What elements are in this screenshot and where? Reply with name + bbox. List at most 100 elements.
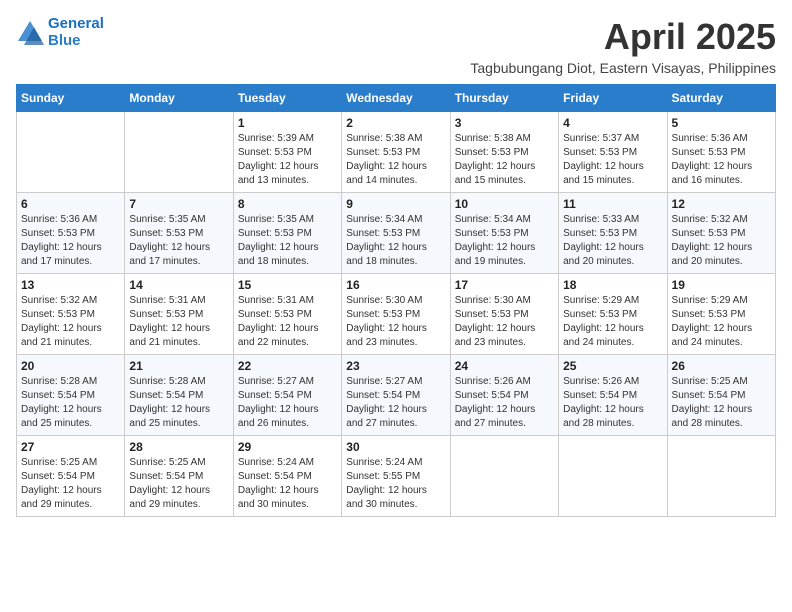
day-number: 7 (129, 197, 228, 211)
day-number: 30 (346, 440, 445, 454)
calendar-cell (450, 436, 558, 517)
logo-general: General (48, 15, 104, 32)
day-number: 5 (672, 116, 771, 130)
calendar-header-row: SundayMondayTuesdayWednesdayThursdayFrid… (17, 85, 776, 112)
day-info: Sunrise: 5:38 AM Sunset: 5:53 PM Dayligh… (455, 132, 554, 188)
day-info: Sunrise: 5:35 AM Sunset: 5:53 PM Dayligh… (129, 213, 228, 269)
title-block: April 2025 Tagbubungang Diot, Eastern Vi… (470, 16, 776, 76)
day-info: Sunrise: 5:28 AM Sunset: 5:54 PM Dayligh… (21, 375, 120, 431)
calendar-cell: 17 Sunrise: 5:30 AM Sunset: 5:53 PM Dayli… (450, 274, 558, 355)
calendar-cell: 8 Sunrise: 5:35 AM Sunset: 5:53 PM Daylig… (233, 193, 341, 274)
weekday-header-wednesday: Wednesday (342, 85, 450, 112)
day-number: 29 (238, 440, 337, 454)
day-info: Sunrise: 5:35 AM Sunset: 5:53 PM Dayligh… (238, 213, 337, 269)
calendar-table: SundayMondayTuesdayWednesdayThursdayFrid… (16, 84, 776, 517)
day-number: 1 (238, 116, 337, 130)
calendar-cell: 4Sunrise: 5:37 AM Sunset: 5:53 PM Daylig… (559, 112, 667, 193)
day-number: 8 (238, 197, 337, 211)
calendar-cell: 24 Sunrise: 5:26 AM Sunset: 5:54 PM Dayli… (450, 355, 558, 436)
page-header: General Blue April 2025 Tagbubungang Dio… (16, 16, 776, 76)
day-info: Sunrise: 5:30 AM Sunset: 5:53 PM Dayligh… (455, 294, 554, 350)
calendar-cell: 14Sunrise: 5:31 AM Sunset: 5:53 PM Dayli… (125, 274, 233, 355)
day-info: Sunrise: 5:24 AM Sunset: 5:54 PM Dayligh… (238, 456, 337, 512)
day-number: 11 (563, 197, 662, 211)
calendar-cell: 26 Sunrise: 5:25 AM Sunset: 5:54 PM Dayli… (667, 355, 775, 436)
calendar-cell: 11 Sunrise: 5:33 AM Sunset: 5:53 PM Dayli… (559, 193, 667, 274)
calendar-cell: 19 Sunrise: 5:29 AM Sunset: 5:53 PM Dayli… (667, 274, 775, 355)
calendar-cell: 25 Sunrise: 5:26 AM Sunset: 5:54 PM Dayli… (559, 355, 667, 436)
calendar-cell: 18Sunrise: 5:29 AM Sunset: 5:53 PM Dayli… (559, 274, 667, 355)
day-info: Sunrise: 5:26 AM Sunset: 5:54 PM Dayligh… (455, 375, 554, 431)
calendar-cell: 6Sunrise: 5:36 AM Sunset: 5:53 PM Daylig… (17, 193, 125, 274)
calendar-cell: 29 Sunrise: 5:24 AM Sunset: 5:54 PM Dayli… (233, 436, 341, 517)
day-number: 12 (672, 197, 771, 211)
calendar-cell: 30 Sunrise: 5:24 AM Sunset: 5:55 PM Dayli… (342, 436, 450, 517)
day-number: 28 (129, 440, 228, 454)
day-number: 16 (346, 278, 445, 292)
day-number: 19 (672, 278, 771, 292)
day-number: 25 (563, 359, 662, 373)
day-number: 3 (455, 116, 554, 130)
weekday-header-tuesday: Tuesday (233, 85, 341, 112)
day-number: 9 (346, 197, 445, 211)
day-info: Sunrise: 5:30 AM Sunset: 5:53 PM Dayligh… (346, 294, 445, 350)
logo-blue: Blue (48, 32, 81, 49)
calendar-cell: 23 Sunrise: 5:27 AM Sunset: 5:54 PM Dayli… (342, 355, 450, 436)
day-number: 21 (129, 359, 228, 373)
calendar-cell: 20 Sunrise: 5:28 AM Sunset: 5:54 PM Dayli… (17, 355, 125, 436)
day-info: Sunrise: 5:29 AM Sunset: 5:53 PM Dayligh… (672, 294, 771, 350)
day-number: 10 (455, 197, 554, 211)
day-number: 20 (21, 359, 120, 373)
calendar-cell (17, 112, 125, 193)
day-info: Sunrise: 5:25 AM Sunset: 5:54 PM Dayligh… (21, 456, 120, 512)
day-info: Sunrise: 5:39 AM Sunset: 5:53 PM Dayligh… (238, 132, 337, 188)
day-info: Sunrise: 5:26 AM Sunset: 5:54 PM Dayligh… (563, 375, 662, 431)
day-number: 4 (563, 116, 662, 130)
day-info: Sunrise: 5:31 AM Sunset: 5:53 PM Dayligh… (129, 294, 228, 350)
day-info: Sunrise: 5:33 AM Sunset: 5:53 PM Dayligh… (563, 213, 662, 269)
day-number: 23 (346, 359, 445, 373)
calendar-cell: 15 Sunrise: 5:31 AM Sunset: 5:53 PM Dayli… (233, 274, 341, 355)
calendar-cell: 1 Sunrise: 5:39 AM Sunset: 5:53 PM Daylig… (233, 112, 341, 193)
day-number: 6 (21, 197, 120, 211)
day-number: 17 (455, 278, 554, 292)
day-number: 13 (21, 278, 120, 292)
day-number: 24 (455, 359, 554, 373)
calendar-cell: 22Sunrise: 5:27 AM Sunset: 5:54 PM Dayli… (233, 355, 341, 436)
day-info: Sunrise: 5:29 AM Sunset: 5:53 PM Dayligh… (563, 294, 662, 350)
day-info: Sunrise: 5:34 AM Sunset: 5:53 PM Dayligh… (455, 213, 554, 269)
day-number: 26 (672, 359, 771, 373)
day-info: Sunrise: 5:25 AM Sunset: 5:54 PM Dayligh… (672, 375, 771, 431)
weekday-header-monday: Monday (125, 85, 233, 112)
day-number: 27 (21, 440, 120, 454)
calendar-week-1: 1 Sunrise: 5:39 AM Sunset: 5:53 PM Daylig… (17, 112, 776, 193)
weekday-header-friday: Friday (559, 85, 667, 112)
weekday-header-thursday: Thursday (450, 85, 558, 112)
calendar-cell: 16 Sunrise: 5:30 AM Sunset: 5:53 PM Dayli… (342, 274, 450, 355)
day-info: Sunrise: 5:24 AM Sunset: 5:55 PM Dayligh… (346, 456, 445, 512)
day-info: Sunrise: 5:27 AM Sunset: 5:54 PM Dayligh… (346, 375, 445, 431)
calendar-cell: 21 Sunrise: 5:28 AM Sunset: 5:54 PM Dayli… (125, 355, 233, 436)
calendar-week-5: 27 Sunrise: 5:25 AM Sunset: 5:54 PM Dayli… (17, 436, 776, 517)
day-info: Sunrise: 5:31 AM Sunset: 5:53 PM Dayligh… (238, 294, 337, 350)
day-info: Sunrise: 5:32 AM Sunset: 5:53 PM Dayligh… (672, 213, 771, 269)
logo-text: General Blue (48, 16, 104, 49)
day-number: 15 (238, 278, 337, 292)
day-number: 22 (238, 359, 337, 373)
day-info: Sunrise: 5:32 AM Sunset: 5:53 PM Dayligh… (21, 294, 120, 350)
calendar-cell (559, 436, 667, 517)
day-info: Sunrise: 5:36 AM Sunset: 5:53 PM Dayligh… (672, 132, 771, 188)
weekday-header-saturday: Saturday (667, 85, 775, 112)
calendar-week-3: 13 Sunrise: 5:32 AM Sunset: 5:53 PM Dayli… (17, 274, 776, 355)
calendar-cell: 28 Sunrise: 5:25 AM Sunset: 5:54 PM Dayli… (125, 436, 233, 517)
day-info: Sunrise: 5:28 AM Sunset: 5:54 PM Dayligh… (129, 375, 228, 431)
month-year: April 2025 (470, 16, 776, 58)
calendar-cell: 27 Sunrise: 5:25 AM Sunset: 5:54 PM Dayli… (17, 436, 125, 517)
calendar-cell: 13 Sunrise: 5:32 AM Sunset: 5:53 PM Dayli… (17, 274, 125, 355)
calendar-week-2: 6Sunrise: 5:36 AM Sunset: 5:53 PM Daylig… (17, 193, 776, 274)
day-info: Sunrise: 5:25 AM Sunset: 5:54 PM Dayligh… (129, 456, 228, 512)
calendar-cell: 2Sunrise: 5:38 AM Sunset: 5:53 PM Daylig… (342, 112, 450, 193)
calendar-cell: 7 Sunrise: 5:35 AM Sunset: 5:53 PM Daylig… (125, 193, 233, 274)
day-info: Sunrise: 5:38 AM Sunset: 5:53 PM Dayligh… (346, 132, 445, 188)
calendar-cell: 10 Sunrise: 5:34 AM Sunset: 5:53 PM Dayli… (450, 193, 558, 274)
